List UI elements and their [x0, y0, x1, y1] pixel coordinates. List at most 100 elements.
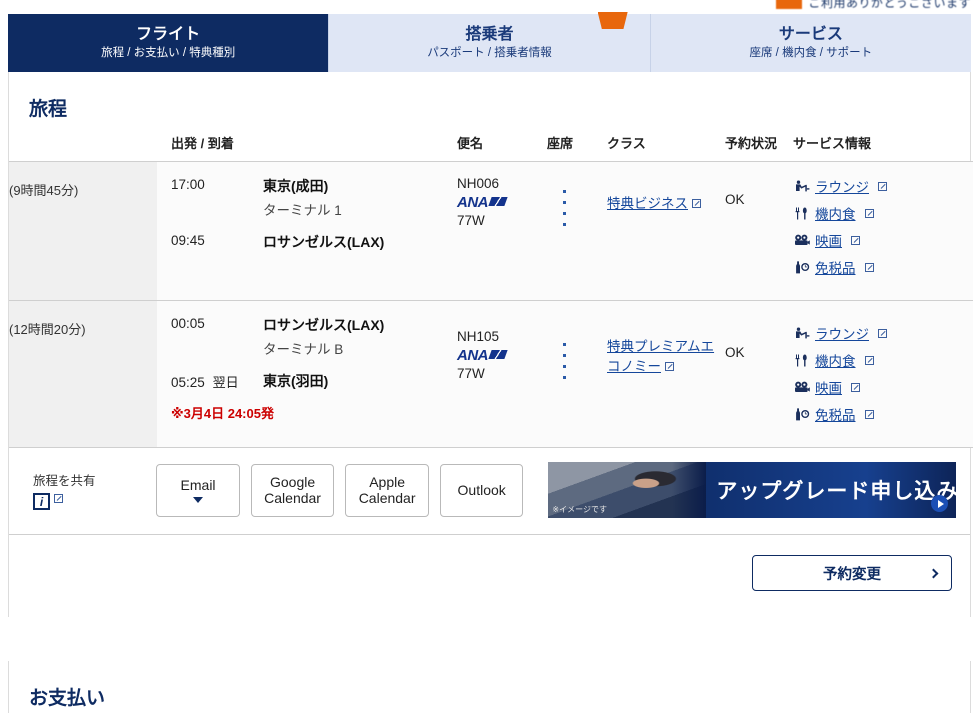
flight-number: NH105: [457, 329, 500, 344]
external-link-icon: [878, 181, 887, 191]
col-header-service: サービス情報: [793, 133, 973, 162]
cell-flight: NH006 ANA 77W: [457, 161, 547, 301]
ana-logo: ANA: [457, 347, 508, 364]
chevron-right-icon: [928, 568, 939, 578]
depart-terminal: ターミナル B: [263, 342, 344, 357]
service-list: ラウンジ 機内食 映画 免税品: [793, 323, 973, 424]
class-link[interactable]: 特典ビジネス: [607, 196, 688, 211]
service-label[interactable]: 機内食: [815, 203, 856, 223]
service-item-movie[interactable]: 映画: [793, 377, 973, 397]
cell-seat: [547, 300, 607, 448]
service-item-lounge[interactable]: ラウンジ: [793, 323, 973, 343]
tab-service-title: サービス: [778, 26, 843, 43]
share-button-label: Outlook: [457, 481, 506, 498]
payment-title: お支払い: [29, 688, 106, 709]
aircraft-type: 77W: [457, 366, 485, 381]
top-strip-inner: ご利用ありがとうございます: [776, 0, 971, 11]
depart-time: 00:05: [171, 316, 205, 331]
status-badge: OK: [725, 345, 745, 360]
share-button-label: Email: [180, 477, 216, 494]
share-button-apple-calendar[interactable]: Apple Calendar: [345, 463, 429, 517]
meal-icon: [793, 206, 810, 220]
table-row: (12時間20分) 00:05 ロサンゼルス(LAX) ターミナル B 05:2…: [9, 300, 973, 448]
share-label-wrap: 旅程を共有 i: [23, 470, 156, 510]
service-item-meal[interactable]: 機内食: [793, 203, 973, 223]
share-button-label: Apple: [369, 473, 406, 490]
seat-loading-dots-icon: [563, 343, 566, 379]
external-link-icon: [864, 262, 874, 272]
service-item-movie[interactable]: 映画: [793, 230, 973, 250]
itinerary-title: 旅程: [29, 99, 68, 120]
cell-status: OK: [725, 161, 793, 301]
chevron-down-icon: [193, 496, 204, 503]
aircraft-type: 77W: [457, 213, 485, 228]
movie-icon: [793, 233, 810, 247]
table-header-row: 出発 / 到着 便名 座席 クラス 予約状況 サービス情報: [9, 133, 973, 162]
info-icon[interactable]: i: [33, 493, 50, 510]
status-badge: OK: [725, 192, 745, 207]
tab-service[interactable]: サービス 座席 / 機内食 / サポート: [650, 14, 971, 72]
external-link-icon: [692, 199, 701, 208]
service-label[interactable]: 免税品: [815, 257, 856, 277]
flight-number: NH006: [457, 176, 500, 191]
share-button-google-calendar[interactable]: Google Calendar: [250, 463, 335, 517]
share-button-outlook[interactable]: Outlook: [439, 463, 524, 517]
service-label[interactable]: ラウンジ: [815, 323, 869, 343]
share-button-label: Google: [270, 473, 316, 490]
service-list: ラウンジ 機内食 映画 免税品: [793, 176, 973, 277]
tab-flight[interactable]: フライト 旅程 / お支払い / 特典種別: [8, 14, 330, 72]
tab-flight-title: フライト: [136, 26, 201, 43]
class-link[interactable]: 特典プレミアムエコノミー: [607, 339, 714, 374]
tab-service-subtitle: 座席 / 機内食 / サポート: [749, 47, 873, 60]
tab-passenger[interactable]: 搭乗者 パスポート / 搭乗者情報: [329, 12, 651, 72]
arrive-next-day: 翌日: [212, 375, 239, 390]
service-item-dutyfree[interactable]: 免税品: [793, 404, 973, 424]
table-row: (9時間45分) 17:00 東京(成田) ターミナル 1 09:45 ロサンゼ…: [9, 161, 973, 301]
cell-class: 特典プレミアムエコノミー: [607, 300, 725, 448]
service-item-lounge[interactable]: ラウンジ: [793, 176, 973, 196]
flight-duration: (12時間20分): [9, 322, 86, 337]
external-link-icon: [864, 355, 874, 365]
timeline: 00:05 ロサンゼルス(LAX) ターミナル B 05:25 翌日 東京(羽田…: [157, 315, 457, 422]
external-link-icon: [851, 235, 860, 245]
ana-logo: ANA: [457, 194, 508, 211]
service-label[interactable]: ラウンジ: [815, 176, 869, 196]
arrive-time: 09:45: [171, 233, 205, 248]
lounge-icon: [793, 179, 810, 193]
col-header-flight: 便名: [457, 133, 547, 162]
external-link-icon: [851, 382, 860, 392]
service-label[interactable]: 免税品: [815, 404, 856, 424]
cell-date: (12時間20分): [9, 300, 157, 448]
change-reservation-label: 予約変更: [823, 566, 881, 583]
share-itinerary-row: 旅程を共有 i Email Google Calendar Apple Cale…: [9, 448, 970, 535]
cell-times: 17:00 東京(成田) ターミナル 1 09:45 ロサンゼルス(LAX): [157, 161, 457, 301]
service-label[interactable]: 機内食: [815, 350, 856, 370]
col-header-seat: 座席: [547, 133, 607, 162]
dutyfree-icon: [793, 260, 810, 274]
meal-icon: [793, 353, 810, 367]
col-header-times: 出発 / 到着: [157, 133, 457, 162]
col-header-class: クラス: [607, 133, 725, 162]
change-reservation-button[interactable]: 予約変更: [752, 555, 952, 591]
service-item-dutyfree[interactable]: 免税品: [793, 257, 973, 277]
service-label[interactable]: 映画: [815, 377, 842, 397]
depart-time: 17:00: [171, 177, 205, 192]
service-item-meal[interactable]: 機内食: [793, 350, 973, 370]
service-label[interactable]: 映画: [815, 230, 842, 250]
movie-icon: [793, 380, 810, 394]
orange-chip-icon: [776, 0, 803, 9]
depart-place: ロサンゼルス(LAX): [263, 317, 385, 333]
banner-title: アップグレード申し込み: [716, 480, 957, 503]
share-button-email[interactable]: Email: [156, 463, 240, 517]
cell-class: 特典ビジネス: [607, 161, 725, 301]
upgrade-banner[interactable]: ※イメージです アップグレード申し込み: [548, 462, 957, 518]
cell-service: ラウンジ 機内食 映画 免税品: [793, 300, 973, 448]
depart-terminal: ターミナル 1: [263, 203, 342, 218]
section-gap: [0, 617, 979, 661]
external-link-icon: [864, 409, 874, 419]
tab-passenger-subtitle: パスポート / 搭乗者情報: [427, 47, 552, 60]
arrive-time: 05:25 翌日: [171, 375, 239, 390]
col-header-date: [9, 133, 157, 162]
lounge-icon: [793, 326, 810, 340]
banner-arrow-icon[interactable]: [931, 495, 949, 512]
